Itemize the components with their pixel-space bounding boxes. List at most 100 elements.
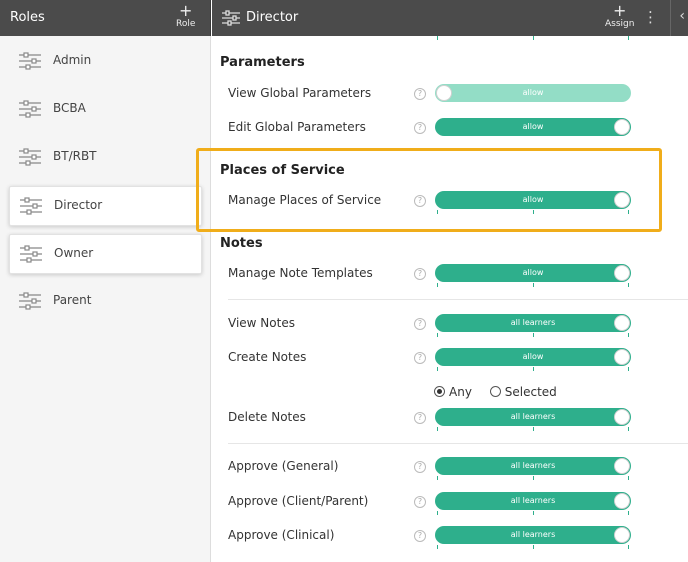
permission-row-create-notes: Create Notes ? allow [212,344,688,372]
role-item-admin[interactable]: Admin [9,42,202,82]
permission-toggle[interactable]: allow [435,264,631,282]
toggle-knob[interactable] [614,493,630,509]
toggle-value: allow [522,268,544,277]
plus-icon: + [179,1,193,20]
permission-row-view-notes: View Notes ? all learners [212,310,688,338]
toggle-knob[interactable] [614,349,630,365]
permission-toggle[interactable]: allow [435,348,631,366]
permission-toggle[interactable]: all learners [435,526,631,544]
role-item-director[interactable]: Director [9,186,202,226]
sliders-icon [20,196,42,220]
divider [228,443,688,444]
toggle-value: all learners [510,412,556,421]
permission-toggle[interactable]: all learners [435,492,631,510]
highlight-box [196,148,662,232]
permission-label: Manage Note Templates [228,266,373,280]
permission-label: Approve (Client/Parent) [228,494,369,508]
role-label: Parent [53,293,92,307]
permission-toggle[interactable]: all learners [435,314,631,332]
help-icon[interactable]: ? [414,122,426,134]
permission-toggle[interactable]: allow [435,118,631,136]
toggle-ticks [435,476,631,481]
toggle-knob[interactable] [614,409,630,425]
help-icon[interactable]: ? [414,461,426,473]
permission-row-manage-note-templates: Manage Note Templates ? allow [212,260,688,288]
collapse-icon[interactable]: ‹ [679,8,685,24]
toggle-knob[interactable] [614,265,630,281]
divider [670,0,671,36]
toggle-knob[interactable] [436,85,452,101]
permission-label: Approve (Clinical) [228,528,335,542]
toggle-ticks [435,283,631,288]
toggle-knob[interactable] [614,119,630,135]
role-item-bt-rbt[interactable]: BT/RBT [9,138,202,178]
toggle-value: allow [522,122,544,131]
help-icon[interactable]: ? [414,318,426,330]
role-title: Director [246,10,299,25]
radio-any[interactable] [434,386,445,397]
role-label: Director [54,198,103,212]
radio-selected[interactable] [489,386,501,397]
sliders-icon [19,51,41,75]
toggle-knob[interactable] [614,527,630,543]
permission-label: Delete Notes [228,410,306,424]
toggle-knob[interactable] [614,315,630,331]
sliders-icon [20,244,42,268]
permission-label: Edit Global Parameters [228,120,366,134]
help-icon[interactable]: ? [414,412,426,424]
toggle-value: allow [522,88,544,97]
toggle-ticks [435,427,631,432]
toggle-knob[interactable] [614,458,630,474]
help-icon[interactable]: ? [414,268,426,280]
role-item-parent[interactable]: Parent [9,282,202,322]
toggle-ticks [435,36,631,41]
toggle-ticks [435,511,631,516]
assign-button[interactable]: + Assign [605,1,635,30]
permissions-panel: Parameters View Global Parameters ? allo… [212,36,688,562]
permission-label: View Global Parameters [228,86,372,100]
permission-label: View Notes [228,316,295,330]
toggle-value: all learners [510,496,556,505]
role-label: Admin [53,53,92,67]
toggle-ticks [435,545,631,550]
toggle-ticks [435,367,631,372]
role-detail-header: Director + Assign ⋮ ‹ [212,0,688,36]
section-title-notes: Notes [220,236,263,251]
create-notes-scope: Any Selected [434,384,571,399]
radio-any-label[interactable]: Any [449,385,472,399]
toggle-value: allow [522,352,544,361]
section-title-parameters: Parameters [220,55,305,70]
help-icon[interactable]: ? [414,530,426,542]
roles-title: Roles [10,10,45,25]
toggle-value: all learners [510,461,556,470]
permission-row-delete-notes: Delete Notes ? all learners [212,404,688,432]
sliders-icon [19,291,41,315]
permission-row-approve-clinical: Approve (Clinical) ? all learners [212,522,688,550]
radio-selected-label[interactable]: Selected [505,385,557,399]
add-role-button[interactable]: + Role [176,1,195,30]
role-item-bcba[interactable]: BCBA [9,90,202,130]
role-item-owner[interactable]: Owner [9,234,202,274]
help-icon[interactable]: ? [414,88,426,100]
role-label: BCBA [53,101,86,115]
plus-icon: + [613,1,627,20]
permission-row-edit-global-parameters: Edit Global Parameters ? allow [212,114,688,142]
sliders-icon [222,10,240,30]
permission-row-view-global-parameters: View Global Parameters ? allow [212,80,688,108]
role-label: BT/RBT [53,149,97,163]
divider [228,299,688,300]
permission-toggle[interactable]: allow [435,84,631,102]
permission-toggle[interactable]: all learners [435,408,631,426]
assign-label: Assign [605,19,635,29]
toggle-value: all learners [510,530,556,539]
sliders-icon [19,147,41,171]
sliders-icon [19,99,41,123]
help-icon[interactable]: ? [414,352,426,364]
help-icon[interactable]: ? [414,496,426,508]
permission-toggle[interactable]: all learners [435,457,631,475]
permission-label: Create Notes [228,350,307,364]
more-options-icon[interactable]: ⋮ [643,8,658,26]
permission-row-approve-client-parent: Approve (Client/Parent) ? all learners [212,488,688,516]
toggle-ticks [435,333,631,338]
permission-label: Approve (General) [228,459,339,473]
